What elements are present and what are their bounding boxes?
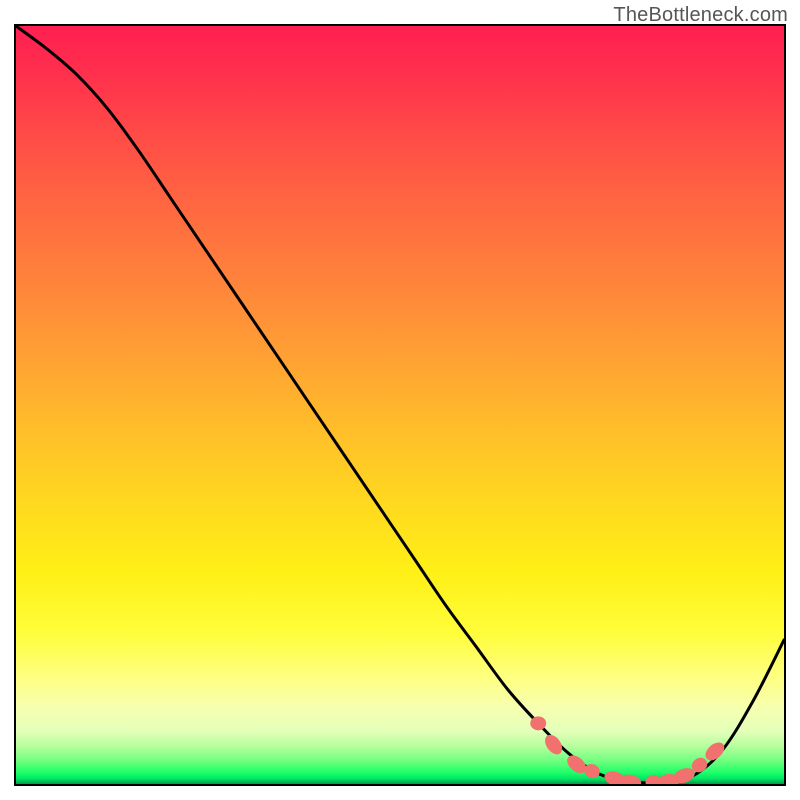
sweet-spot-marker [542,732,566,758]
chart-stage: TheBottleneck.com [0,0,800,800]
sweet-spot-marker [530,716,546,730]
curve-layer [16,26,784,784]
bottleneck-curve [16,26,784,783]
sweet-spot-marker [618,773,642,784]
plot-area [14,24,786,786]
